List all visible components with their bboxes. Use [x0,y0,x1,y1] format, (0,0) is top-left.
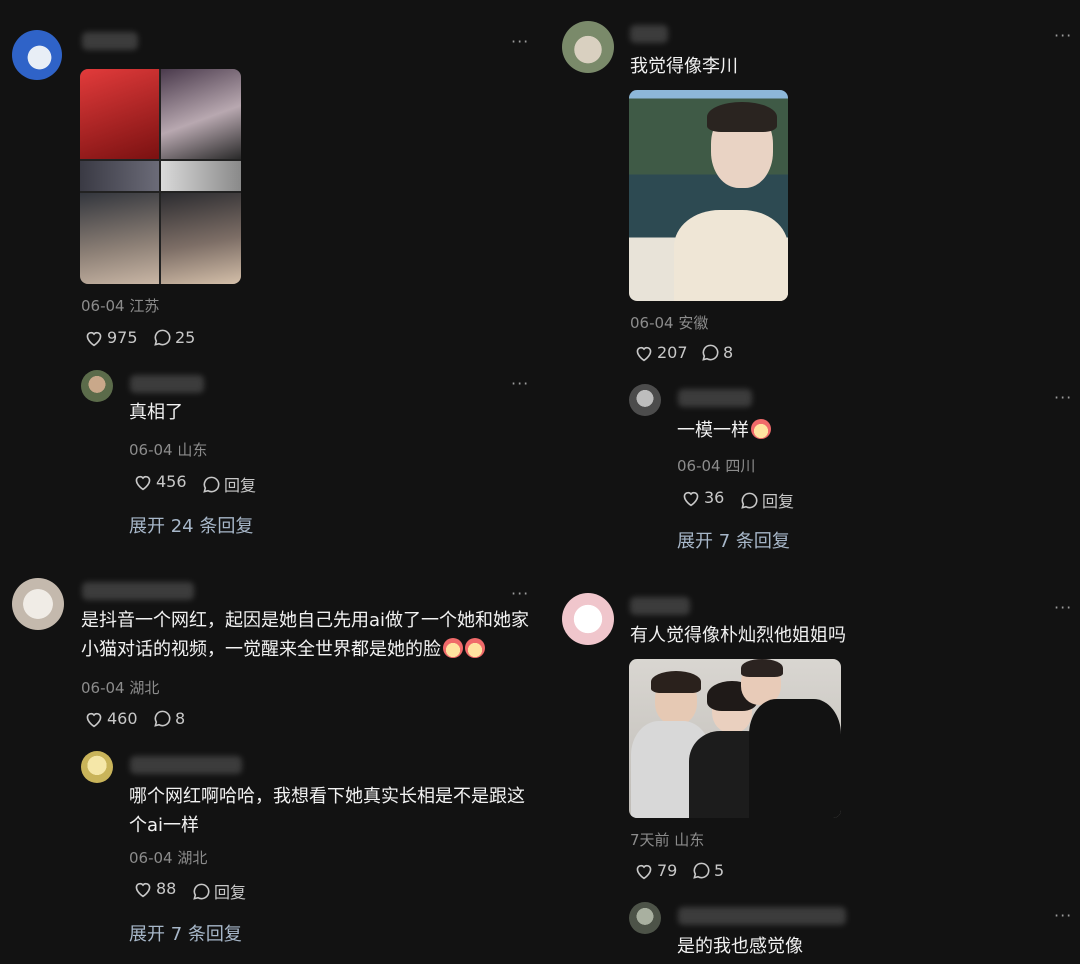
like-count: 88 [156,879,177,898]
reply-label: 回复 [762,492,795,511]
avatar[interactable] [562,21,614,73]
comment-bubble-icon [154,329,171,346]
reply-text: 一模一样 [677,416,771,445]
more-dots-icon[interactable]: ··· [1054,908,1072,924]
avatar[interactable] [12,30,62,80]
more-dots-icon[interactable]: ··· [511,376,529,392]
avatar[interactable] [562,593,614,645]
comment-date: 7天前 山东 [630,831,705,849]
username[interactable] [678,907,846,925]
comment-count: 5 [714,861,725,880]
heart-icon [683,491,699,506]
reply-date: 06-04 湖北 [129,849,208,867]
expand-replies-link[interactable]: 展开 7 条回复 [677,527,790,553]
username[interactable] [82,582,194,600]
comment-count: 8 [723,343,734,362]
more-dots-icon[interactable]: ··· [1054,600,1072,616]
username[interactable] [82,32,138,50]
comment-bubble-icon [702,344,719,361]
heart-icon [636,346,652,361]
reply-date: 06-04 四川 [677,457,756,475]
comment-image[interactable] [629,90,788,301]
reply-label: 回复 [214,883,247,902]
reply-button[interactable]: 回复 [192,879,246,903]
like-button[interactable]: 456 [133,472,187,491]
like-count: 460 [107,709,138,728]
like-button[interactable]: 975 [84,328,138,347]
like-count: 207 [657,343,688,362]
heart-icon [86,712,102,727]
comment-date: 06-04 安徽 [630,314,709,332]
avatar[interactable] [629,384,661,416]
heart-icon [636,864,652,879]
comment-count: 8 [175,709,186,728]
comment-text: 我觉得像李川 [630,56,738,77]
more-dots-icon[interactable]: ··· [1054,390,1072,406]
comment-button[interactable]: 5 [692,861,724,880]
comment-image[interactable] [629,659,841,818]
comment-date: 06-04 江苏 [81,297,160,315]
clown-emoji-icon [465,638,485,658]
comment-text: 是抖音一个网红，起因是她自己先用ai做了一个她和她家小猫对话的视频，一觉醒来全世… [81,606,531,664]
like-button[interactable]: 36 [681,488,724,507]
comment-text: 有人觉得像朴灿烈他姐姐吗 [630,625,846,646]
more-dots-icon[interactable]: ··· [511,586,529,602]
comment-count: 25 [175,328,196,347]
comment-button[interactable]: 25 [153,328,195,347]
like-count: 456 [156,472,187,491]
comment-image-collage[interactable] [80,69,241,284]
username[interactable] [630,597,690,615]
clown-emoji-icon [443,638,463,658]
like-button[interactable]: 88 [133,879,176,898]
reply-button[interactable]: 回复 [740,488,794,512]
heart-icon [135,882,151,897]
like-count: 36 [704,488,725,507]
avatar[interactable] [12,578,64,630]
reply-text-content: 一模一样 [677,420,749,441]
avatar[interactable] [81,370,113,402]
expand-replies-link[interactable]: 展开 24 条回复 [129,512,253,538]
reply-label: 回复 [224,476,257,495]
comment-button[interactable]: 8 [701,343,733,362]
comment-bubble-icon [693,862,710,879]
like-count: 975 [107,328,138,347]
like-button[interactable]: 460 [84,709,138,728]
reply-button[interactable]: 回复 [202,472,256,496]
avatar[interactable] [629,902,661,934]
username[interactable] [630,25,668,43]
clown-emoji-icon [751,419,771,439]
expand-replies-link[interactable]: 展开 7 条回复 [129,920,242,946]
reply-text: 是的我也感觉像 [677,936,803,957]
heart-icon [135,475,151,490]
username[interactable] [678,389,752,407]
comment-bubble-icon [741,492,758,509]
heart-icon [86,331,102,346]
comment-bubble-icon [203,476,220,493]
like-button[interactable]: 207 [634,343,688,362]
like-count: 79 [657,861,678,880]
reply-text: 哪个网红啊哈哈，我想看下她真实长相是不是跟这个ai一样 [129,786,525,836]
more-dots-icon[interactable]: ··· [511,34,529,50]
comment-date: 06-04 湖北 [81,679,160,697]
reply-date: 06-04 山东 [129,441,208,459]
avatar[interactable] [81,751,113,783]
like-button[interactable]: 79 [634,861,677,880]
more-dots-icon[interactable]: ··· [1054,28,1072,44]
comment-bubble-icon [193,883,210,900]
reply-text: 真相了 [129,402,183,423]
comment-bubble-icon [154,710,171,727]
username[interactable] [130,756,242,774]
comment-button[interactable]: 8 [153,709,185,728]
username[interactable] [130,375,204,393]
